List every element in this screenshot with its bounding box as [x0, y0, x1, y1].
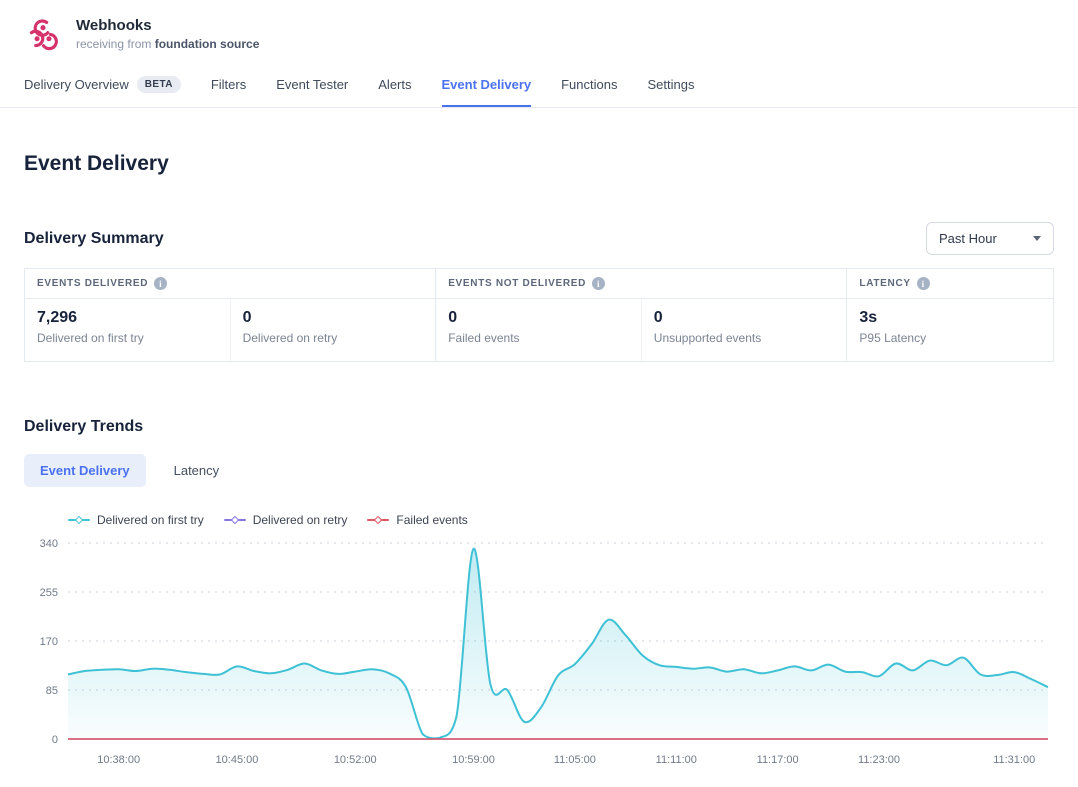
svg-text:11:05:00: 11:05:00	[554, 754, 596, 766]
line-diamond-marker-icon	[68, 519, 90, 521]
legend-item-failed-events[interactable]: Failed events	[367, 513, 467, 527]
svg-text:340: 340	[40, 538, 58, 550]
svg-text:11:11:00: 11:11:00	[656, 754, 697, 766]
line-diamond-marker-icon	[224, 519, 246, 521]
col-header-label: EVENTS DELIVERED	[37, 278, 148, 289]
chart-legend: Delivered on first try Delivered on retr…	[68, 513, 1054, 527]
col-header-events-delivered: EVENTS DELIVERED	[25, 269, 436, 299]
metric-label: Delivered on retry	[243, 331, 424, 345]
app-subtitle-prefix: receiving from	[76, 37, 151, 51]
svg-text:85: 85	[46, 685, 58, 697]
metric-label: P95 Latency	[859, 331, 1041, 345]
svg-text:170: 170	[40, 636, 58, 648]
webhook-logo-icon[interactable]	[24, 15, 62, 53]
metric-label: Unsupported events	[654, 331, 835, 345]
metric-value: 0	[654, 309, 835, 327]
legend-label: Delivered on retry	[253, 513, 348, 527]
svg-text:11:31:00: 11:31:00	[993, 754, 1035, 766]
col-header-label: EVENTS NOT DELIVERED	[448, 278, 586, 289]
col-header-label: LATENCY	[859, 278, 910, 289]
tab-event-tester[interactable]: Event Tester	[276, 65, 348, 107]
metric-failed-events: 0 Failed events	[436, 299, 642, 361]
metric-value: 7,296	[37, 309, 218, 327]
app-title-block: Webhooks receiving from foundation sourc…	[76, 17, 259, 51]
tab-filters[interactable]: Filters	[211, 65, 246, 107]
svg-text:10:52:00: 10:52:00	[334, 754, 377, 766]
trend-tabs: Event Delivery Latency	[24, 454, 1054, 487]
tab-event-delivery[interactable]: Event Delivery	[442, 65, 532, 107]
legend-label: Failed events	[396, 513, 467, 527]
tab-functions[interactable]: Functions	[561, 65, 617, 107]
metric-unsupported-events: 0 Unsupported events	[642, 299, 848, 361]
app-title: Webhooks	[76, 17, 259, 34]
metric-delivered-retry: 0 Delivered on retry	[231, 299, 437, 361]
delivery-trends-chart: 0 85 170 255 340 10:38:00 10:45:00 10:52:00 10:5…	[24, 529, 1054, 777]
svg-text:0: 0	[52, 734, 58, 746]
delivery-summary-heading: Delivery Summary	[24, 230, 164, 248]
svg-text:10:45:00: 10:45:00	[216, 754, 259, 766]
tab-settings[interactable]: Settings	[647, 65, 694, 107]
tab-delivery-overview[interactable]: Delivery Overview BETA	[24, 64, 181, 108]
metric-delivered-first-try: 7,296 Delivered on first try	[25, 299, 231, 361]
tab-alerts[interactable]: Alerts	[378, 65, 411, 107]
col-header-events-not-delivered: EVENTS NOT DELIVERED	[436, 269, 847, 299]
app-subtitle: receiving from foundation source	[76, 37, 259, 51]
page-title: Event Delivery	[24, 152, 1054, 176]
delivery-summary-header: Delivery Summary Past Hour	[24, 222, 1054, 255]
metric-label: Delivered on first try	[37, 331, 218, 345]
time-range-value: Past Hour	[939, 231, 997, 246]
beta-badge: BETA	[137, 76, 181, 93]
info-icon[interactable]	[917, 277, 930, 290]
metric-value: 0	[448, 309, 629, 327]
main-content: Event Delivery Delivery Summary Past Hou…	[0, 152, 1078, 782]
line-diamond-marker-icon	[367, 519, 389, 521]
metric-value: 3s	[859, 309, 1041, 327]
svg-text:11:17:00: 11:17:00	[757, 754, 799, 766]
metric-p95-latency: 3s P95 Latency	[847, 299, 1053, 361]
delivery-trends-heading: Delivery Trends	[24, 418, 1054, 436]
metric-value: 0	[243, 309, 424, 327]
time-range-dropdown[interactable]: Past Hour	[926, 222, 1054, 255]
trend-tab-latency[interactable]: Latency	[158, 454, 236, 487]
svg-text:10:38:00: 10:38:00	[97, 754, 140, 766]
chevron-down-icon	[1033, 236, 1041, 241]
svg-text:255: 255	[40, 587, 58, 599]
chart-container: 0 85 170 255 340 10:38:00 10:45:00 10:52:00 10:5…	[24, 529, 1054, 782]
svg-text:10:59:00: 10:59:00	[452, 754, 495, 766]
trend-tab-event-delivery[interactable]: Event Delivery	[24, 454, 146, 487]
info-icon[interactable]	[592, 277, 605, 290]
app-subtitle-source: foundation source	[155, 37, 260, 51]
legend-item-delivered-first-try[interactable]: Delivered on first try	[68, 513, 204, 527]
legend-label: Delivered on first try	[97, 513, 204, 527]
svg-text:11:23:00: 11:23:00	[858, 754, 900, 766]
metric-label: Failed events	[448, 331, 629, 345]
info-icon[interactable]	[154, 277, 167, 290]
app-header: Webhooks receiving from foundation sourc…	[0, 0, 1078, 64]
legend-item-delivered-retry[interactable]: Delivered on retry	[224, 513, 348, 527]
col-header-latency: LATENCY	[847, 269, 1053, 299]
top-nav: Delivery Overview BETA Filters Event Tes…	[0, 64, 1078, 108]
tab-label: Delivery Overview	[24, 77, 129, 92]
delivery-summary-table: EVENTS DELIVERED EVENTS NOT DELIVERED LA…	[24, 268, 1054, 362]
